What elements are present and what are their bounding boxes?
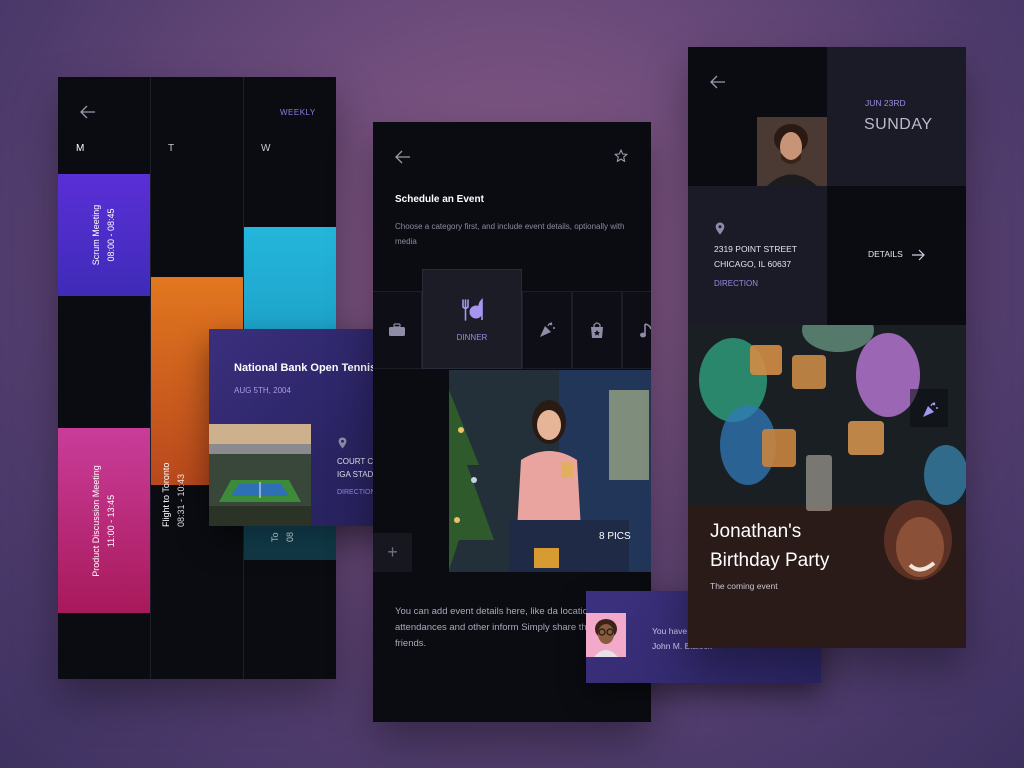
event-block-product-discussion[interactable]: Product Discussion Meeting 11:00 - 13:45: [58, 428, 150, 613]
host-avatar: [757, 117, 827, 186]
music-note-icon: [639, 321, 651, 339]
category-shopping[interactable]: [572, 291, 622, 369]
event-time: 11:00 - 13:45: [106, 494, 116, 547]
location-pin-icon: [715, 222, 725, 235]
day-label-tuesday[interactable]: T: [168, 143, 174, 154]
arrow-right-icon[interactable]: [911, 249, 925, 261]
event-card-date: AUG 5TH, 2004: [234, 386, 291, 395]
media-count-label[interactable]: 8 PICS: [599, 531, 631, 542]
shopping-bag-icon: [589, 321, 605, 339]
event-date: JUN 23RD: [865, 98, 906, 108]
stadium-photo: [209, 424, 311, 526]
day-label-monday[interactable]: M: [76, 143, 84, 154]
add-media-button[interactable]: +: [373, 533, 412, 572]
event-title: Product Discussion Meeting: [91, 464, 101, 577]
header-left-panel: [688, 47, 827, 186]
back-arrow-icon[interactable]: [710, 75, 726, 89]
category-dinner[interactable]: DINNER: [422, 269, 522, 369]
avatar: [586, 613, 626, 657]
category-label: DINNER: [456, 333, 488, 342]
event-cover-photo: Jonathan's Birthday Party The coming eve…: [688, 325, 966, 648]
address-panel: 2319 POINT STREET CHICAGO, IL 60637 DIRE…: [688, 186, 827, 325]
back-arrow-icon[interactable]: [80, 105, 96, 119]
event-address: 2319 POINT STREET CHICAGO, IL 60637: [714, 244, 797, 269]
weekly-view-toggle[interactable]: WEEKLY: [280, 108, 316, 117]
event-time: 08:31 - 10:43: [176, 473, 186, 527]
back-arrow-icon[interactable]: [395, 150, 411, 164]
location-pin-icon: [338, 437, 347, 449]
party-popper-icon: [538, 321, 556, 339]
event-weekday: SUNDAY: [864, 116, 933, 133]
dinner-icon: [460, 298, 484, 322]
details-link[interactable]: DETAILS: [868, 249, 903, 259]
day-label-wednesday[interactable]: W: [261, 143, 270, 154]
event-block-scrum-meeting[interactable]: Scrum Meeting 08:00 - 08:45: [58, 174, 150, 296]
page-subtitle: Choose a category first, and include eve…: [395, 222, 625, 246]
page-title: Schedule an Event: [395, 194, 484, 205]
event-detail-screen: JUN 23RD SUNDAY 2319 POINT STREET CHICAG…: [688, 47, 966, 648]
header-date-panel: JUN 23RD SUNDAY: [827, 47, 966, 186]
party-popper-icon: [921, 401, 939, 419]
event-card-title: National Bank Open Tennis: [234, 362, 377, 374]
event-subtitle: The coming event: [710, 581, 778, 591]
category-work[interactable]: [373, 291, 422, 369]
event-title: Flight to Toronto: [161, 462, 171, 527]
event-title: Jonathan's Birthday Party: [710, 521, 830, 571]
direction-link[interactable]: DIRECTION: [714, 279, 758, 288]
details-panel[interactable]: DETAILS: [827, 186, 966, 325]
direction-link[interactable]: DIRECTION: [337, 489, 376, 496]
star-icon[interactable]: [614, 149, 628, 163]
briefcase-icon: [388, 323, 406, 337]
event-title: Scrum Meeting: [91, 204, 101, 266]
event-time: 08:00 - 08:45: [106, 208, 116, 262]
category-music[interactable]: [622, 291, 651, 369]
event-title: To: [270, 532, 280, 542]
category-party[interactable]: [522, 291, 572, 369]
event-time: 08: [285, 531, 295, 542]
